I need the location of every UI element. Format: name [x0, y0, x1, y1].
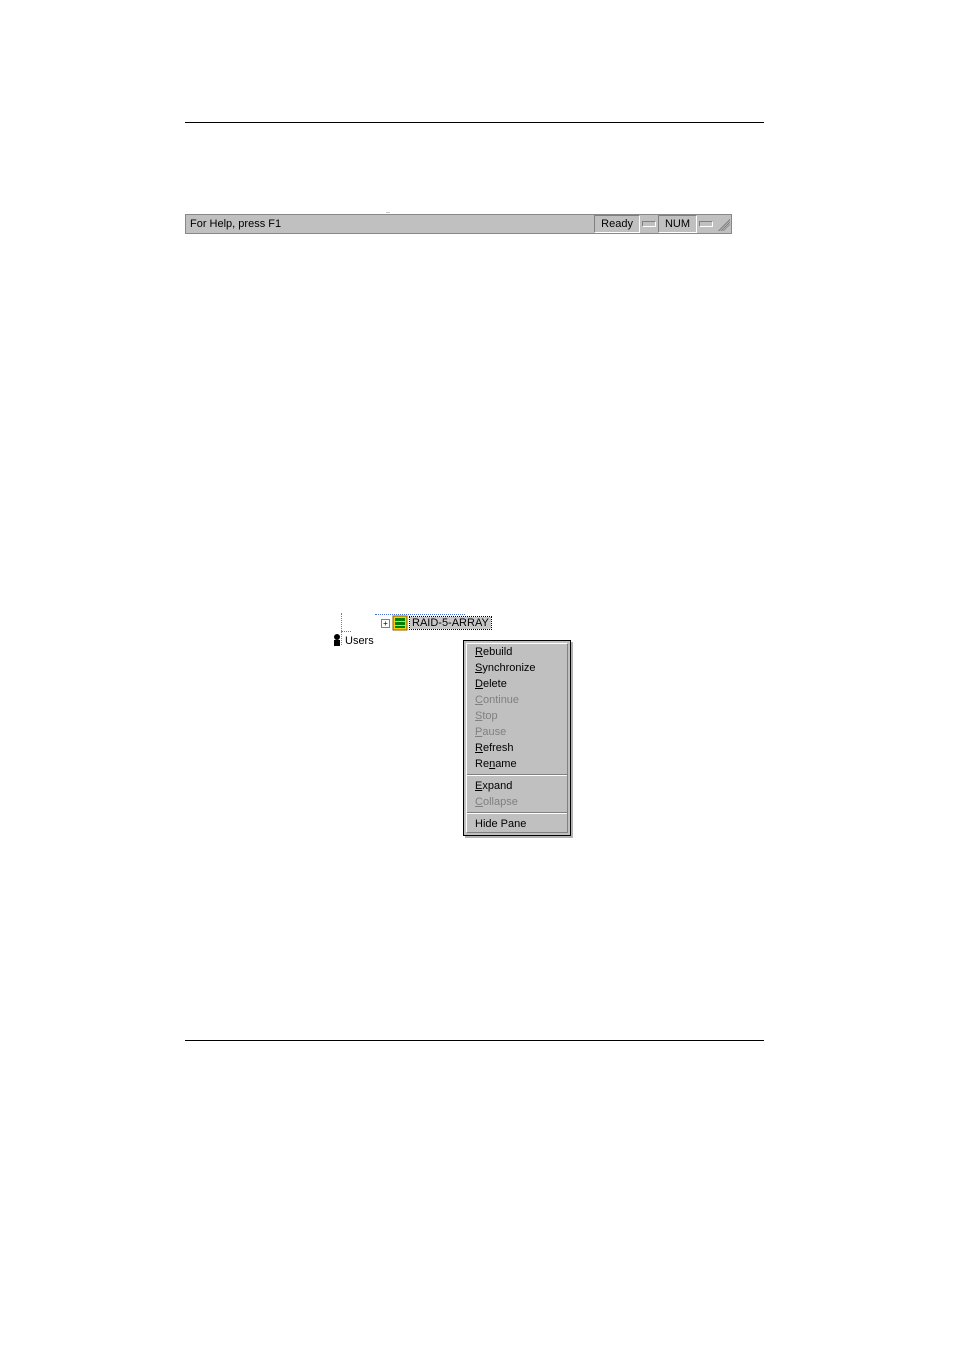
menu-item-expand[interactable]: Expand	[467, 778, 567, 794]
status-help-text: For Help, press F1	[186, 218, 594, 230]
tree-item-label[interactable]: RAID-5-ARRAY	[410, 617, 491, 629]
tree-item-raid-array[interactable]: + RAID-5-ARRAY	[333, 615, 491, 631]
status-numlock-pane: NUM	[658, 215, 697, 233]
status-ready-pane: Ready	[594, 215, 640, 233]
status-empty-pane	[642, 221, 656, 227]
menu-item-collapse: Collapse	[467, 794, 567, 810]
raid-array-icon	[392, 615, 408, 631]
menu-item-delete[interactable]: Delete	[467, 676, 567, 692]
menu-item-continue: Continue	[467, 692, 567, 708]
horizontal-rule-bottom	[185, 1040, 764, 1041]
context-menu: RebuildSynchronizeDeleteContinueStopPaus…	[463, 640, 571, 836]
menu-item-rename[interactable]: Rename	[467, 756, 567, 772]
menu-item-pause: Pause	[467, 724, 567, 740]
resize-grip-icon[interactable]	[715, 216, 731, 232]
menu-item-stop: Stop	[467, 708, 567, 724]
expand-toggle[interactable]: +	[381, 619, 390, 628]
menu-item-rebuild[interactable]: Rebuild	[467, 644, 567, 660]
menu-item-synchronize[interactable]: Synchronize	[467, 660, 567, 676]
menu-item-hide-pane[interactable]: Hide Pane	[467, 816, 567, 832]
menu-separator	[467, 774, 567, 776]
horizontal-rule-top	[185, 122, 764, 123]
status-bar: For Help, press F1 Ready NUM	[185, 214, 732, 234]
status-empty-pane-2	[699, 221, 713, 227]
menu-item-refresh[interactable]: Refresh	[467, 740, 567, 756]
menu-separator	[467, 812, 567, 814]
tree-connector-icon	[333, 613, 363, 645]
